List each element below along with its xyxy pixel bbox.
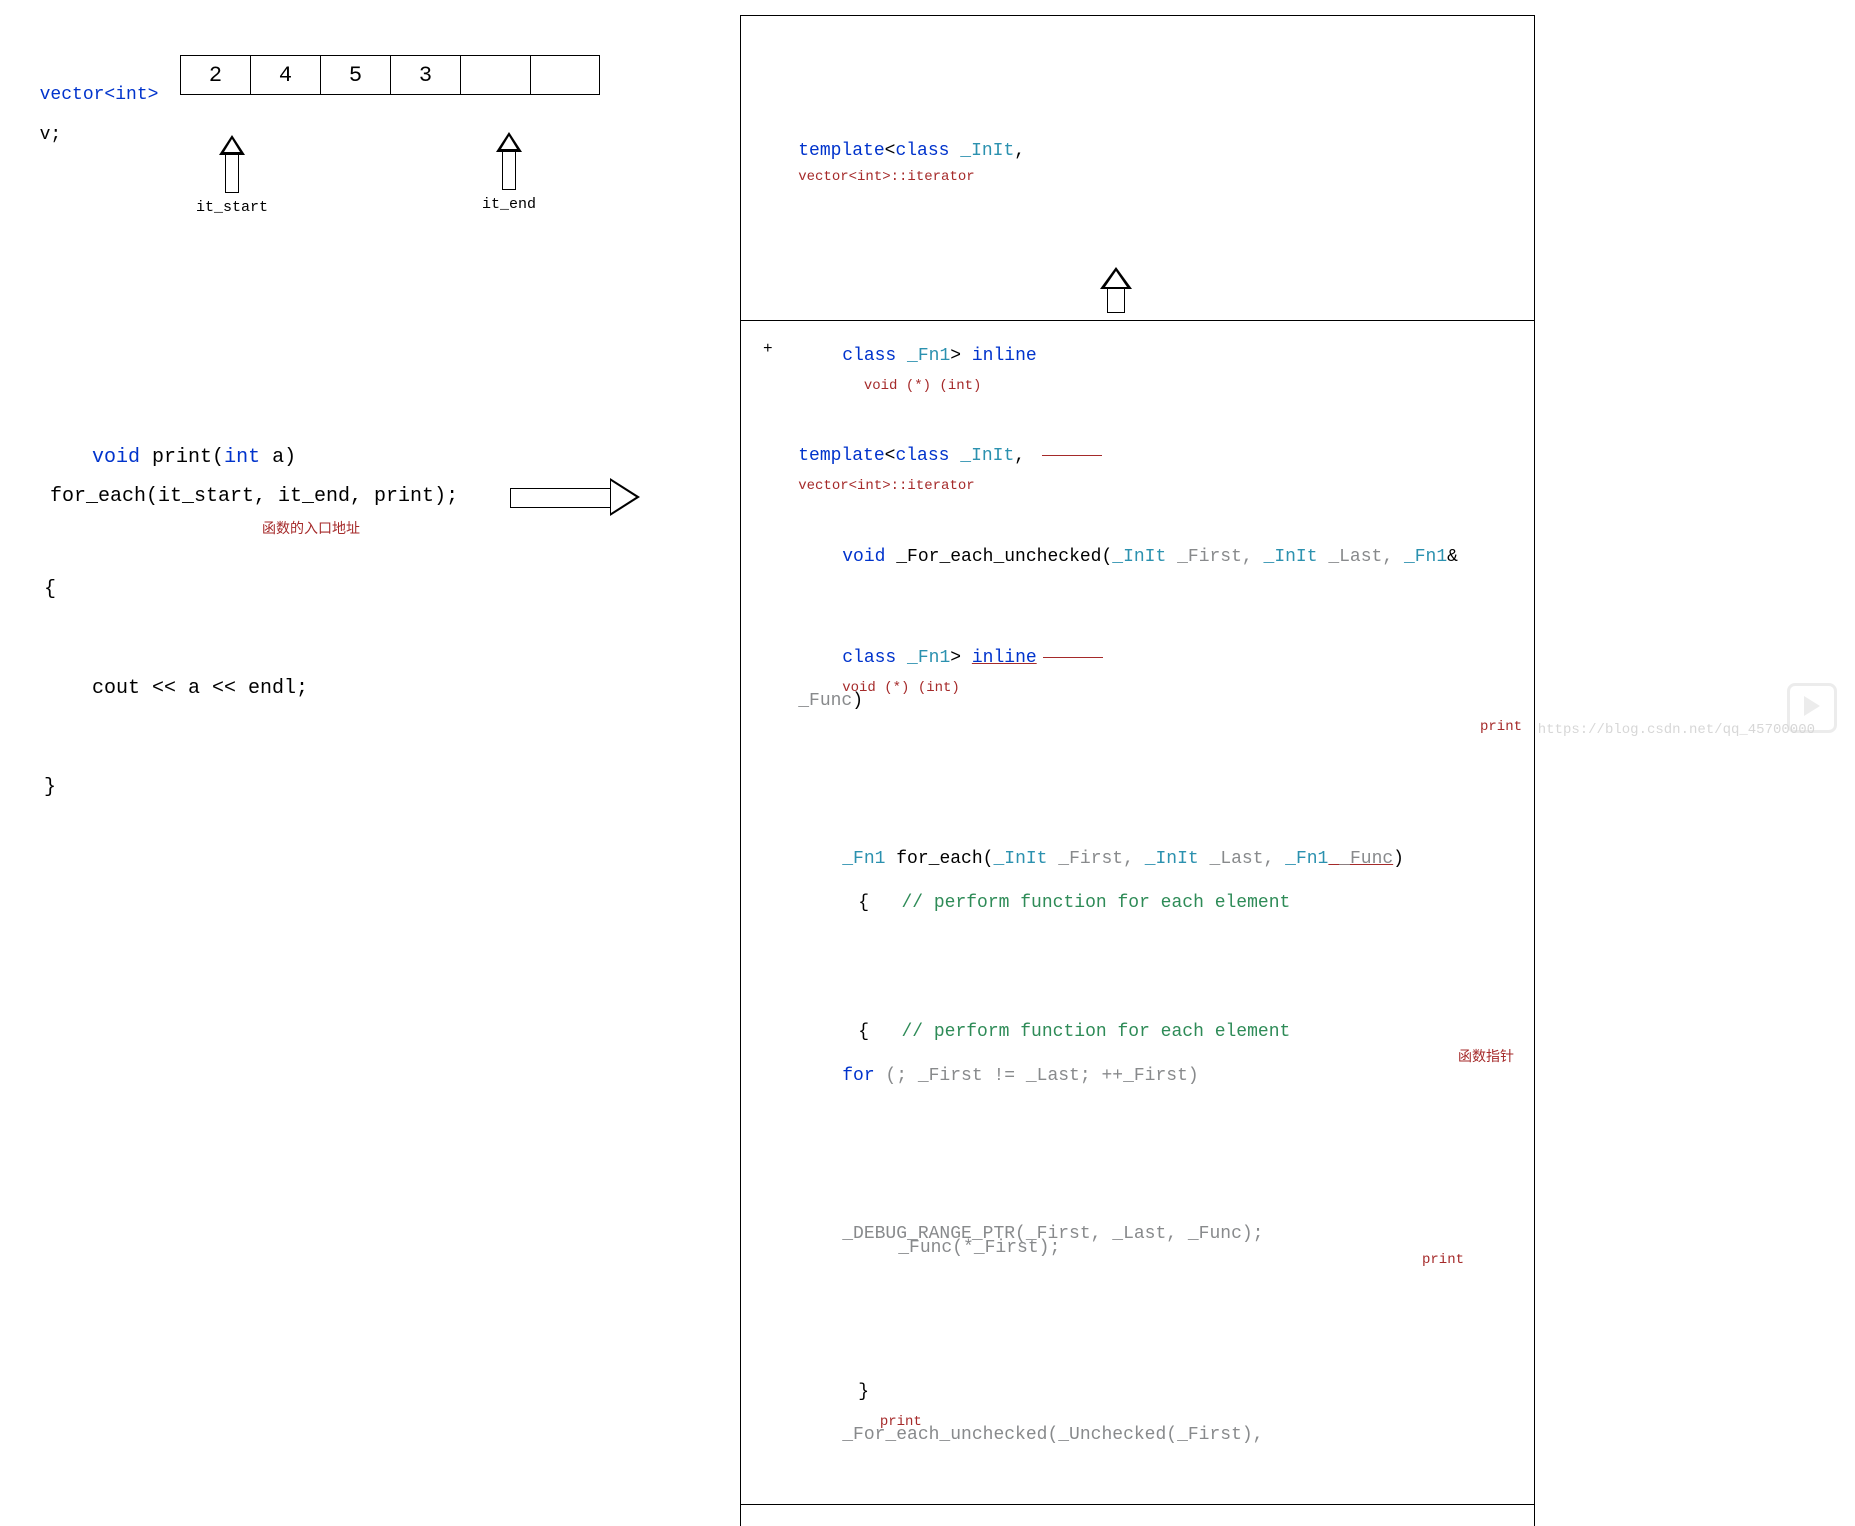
vector-cell: 3: [390, 55, 460, 95]
type-param: _InIt: [993, 849, 1047, 869]
for-each-call: for_each(it_start, it_end, print);: [50, 485, 458, 508]
annotation-entry-address: 函数的入口地址: [262, 518, 360, 538]
param: _First,: [1047, 849, 1144, 869]
arrow-up-icon: [496, 132, 522, 152]
kw: void: [92, 446, 140, 469]
param: _Last,: [1199, 849, 1285, 869]
kw: inline: [972, 648, 1037, 668]
code-line: class _Fn1> inline void (*) (int): [755, 615, 1522, 730]
arrow-up-icon: [219, 135, 245, 155]
vector-cell: 5: [320, 55, 390, 95]
code-text: a): [260, 446, 296, 469]
kw: class: [895, 141, 949, 161]
param: _Func: [1328, 849, 1393, 869]
arrow-up-icon: [1100, 267, 1132, 289]
kw: template: [798, 446, 884, 466]
code-line: { // perform function for each element 函…: [755, 989, 1522, 1104]
code-line: template<class _InIt, vector<int>::itera…: [755, 413, 1522, 528]
type-param: _Fn1: [896, 648, 950, 668]
code-text: _For_each_unchecked(_Unchecked(_First),: [842, 1425, 1274, 1445]
pointer-it-end: it_end: [482, 132, 536, 213]
play-icon[interactable]: [1787, 683, 1837, 733]
annotation-line: [1042, 455, 1102, 456]
code-line: _For_each_unchecked(_Unchecked(_First),: [755, 1392, 1522, 1478]
code-text: vector<int>: [40, 85, 159, 105]
code-comment: // perform function for each element: [901, 1022, 1290, 1042]
arrow-stem: [1107, 288, 1125, 313]
code-line: _Fn1 for_each(_InIt _First, _InIt _Last,…: [755, 817, 1522, 903]
kw: template: [798, 141, 884, 161]
kw: class: [842, 648, 896, 668]
annotation-type: void (*) (int): [842, 680, 960, 696]
arrow-up-between-boxes: [1100, 267, 1132, 313]
code-text: [40, 105, 62, 125]
pointer-label: it_end: [482, 196, 536, 213]
vector-table: 2453: [180, 55, 600, 95]
annotation-line: [1043, 657, 1103, 658]
arrow-stem: [225, 154, 239, 193]
vector-cell: [530, 55, 600, 95]
arrow-stem: [502, 151, 516, 190]
type-param: _Fn1: [1285, 849, 1328, 869]
vector-cell: [460, 55, 530, 95]
kw: class: [895, 446, 949, 466]
type-param: _InIt: [949, 446, 1014, 466]
annotation-print: print: [1422, 1249, 1464, 1271]
type-param: _Fn1: [842, 849, 885, 869]
code-line: cout << a << endl;: [44, 672, 308, 705]
kw: int: [224, 446, 260, 469]
watermark: https://blog.csdn.net/qq_45700000: [1538, 722, 1815, 738]
vector-declaration: vector<int> v;: [18, 65, 158, 145]
code-line: template<class _InIt, vector<int>::itera…: [755, 108, 1522, 226]
type-param: _InIt: [1145, 849, 1199, 869]
code-text: ): [1393, 849, 1404, 869]
pointer-it-start: it_start: [196, 135, 268, 216]
code-text: for_each(: [885, 849, 993, 869]
code-line: _DEBUG_RANGE_PTR(_First, _Last, _Func); …: [755, 1191, 1522, 1306]
code-text: ,: [1014, 446, 1036, 466]
type-param: _InIt: [949, 141, 1014, 161]
annotation-type: vector<int>::iterator: [798, 478, 974, 494]
code-text: _DEBUG_RANGE_PTR(_First, _Last, _Func);: [842, 1224, 1263, 1244]
for-each-template: template<class _InIt, vector<int>::itera…: [740, 320, 1535, 1526]
code-text: print: [140, 446, 212, 469]
code-line: }: [44, 771, 308, 804]
pointer-label: it_start: [196, 199, 268, 216]
annotation-fptr: 函数指针: [1458, 1047, 1514, 1069]
code-text: {: [858, 1022, 901, 1042]
vector-cell: 2: [180, 55, 250, 95]
vector-cell: 4: [250, 55, 320, 95]
code-line: {: [44, 573, 308, 606]
annotation-type: vector<int>::iterator: [798, 169, 974, 185]
text-cursor-icon: +: [763, 340, 773, 358]
code-text: ,: [1014, 141, 1036, 161]
code-text: v;: [40, 125, 62, 145]
code-text: <: [885, 141, 896, 161]
arrow-right-icon: [510, 480, 640, 514]
